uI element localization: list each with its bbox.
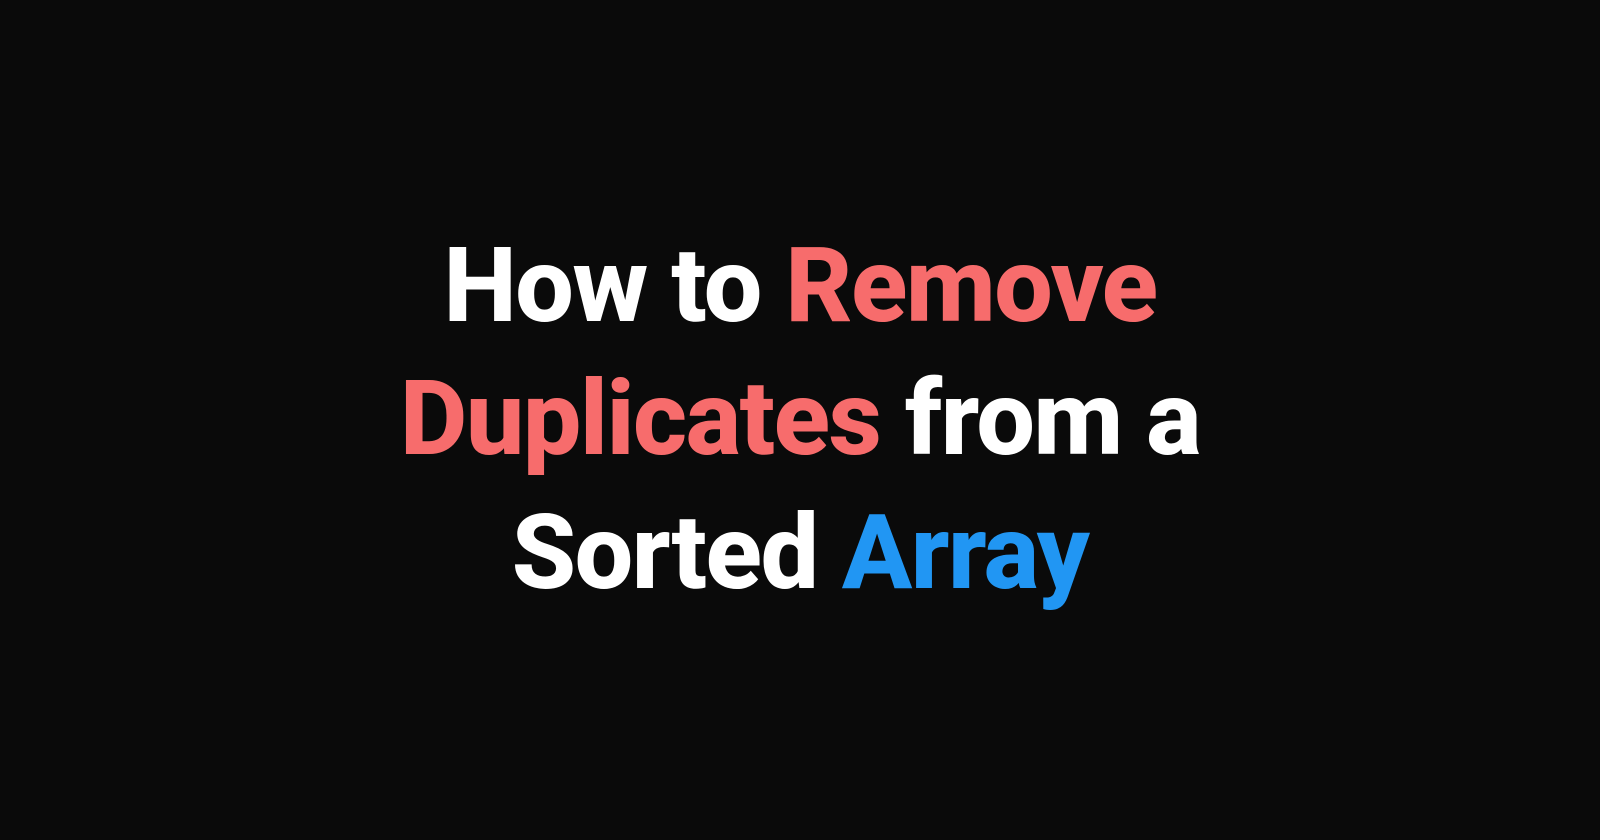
- title-segment-4: Array: [842, 493, 1089, 614]
- title-segment-1: How to: [444, 226, 786, 347]
- main-title: How to Remove Duplicates from a Sorted A…: [240, 220, 1360, 619]
- title-container: How to Remove Duplicates from a Sorted A…: [200, 220, 1400, 619]
